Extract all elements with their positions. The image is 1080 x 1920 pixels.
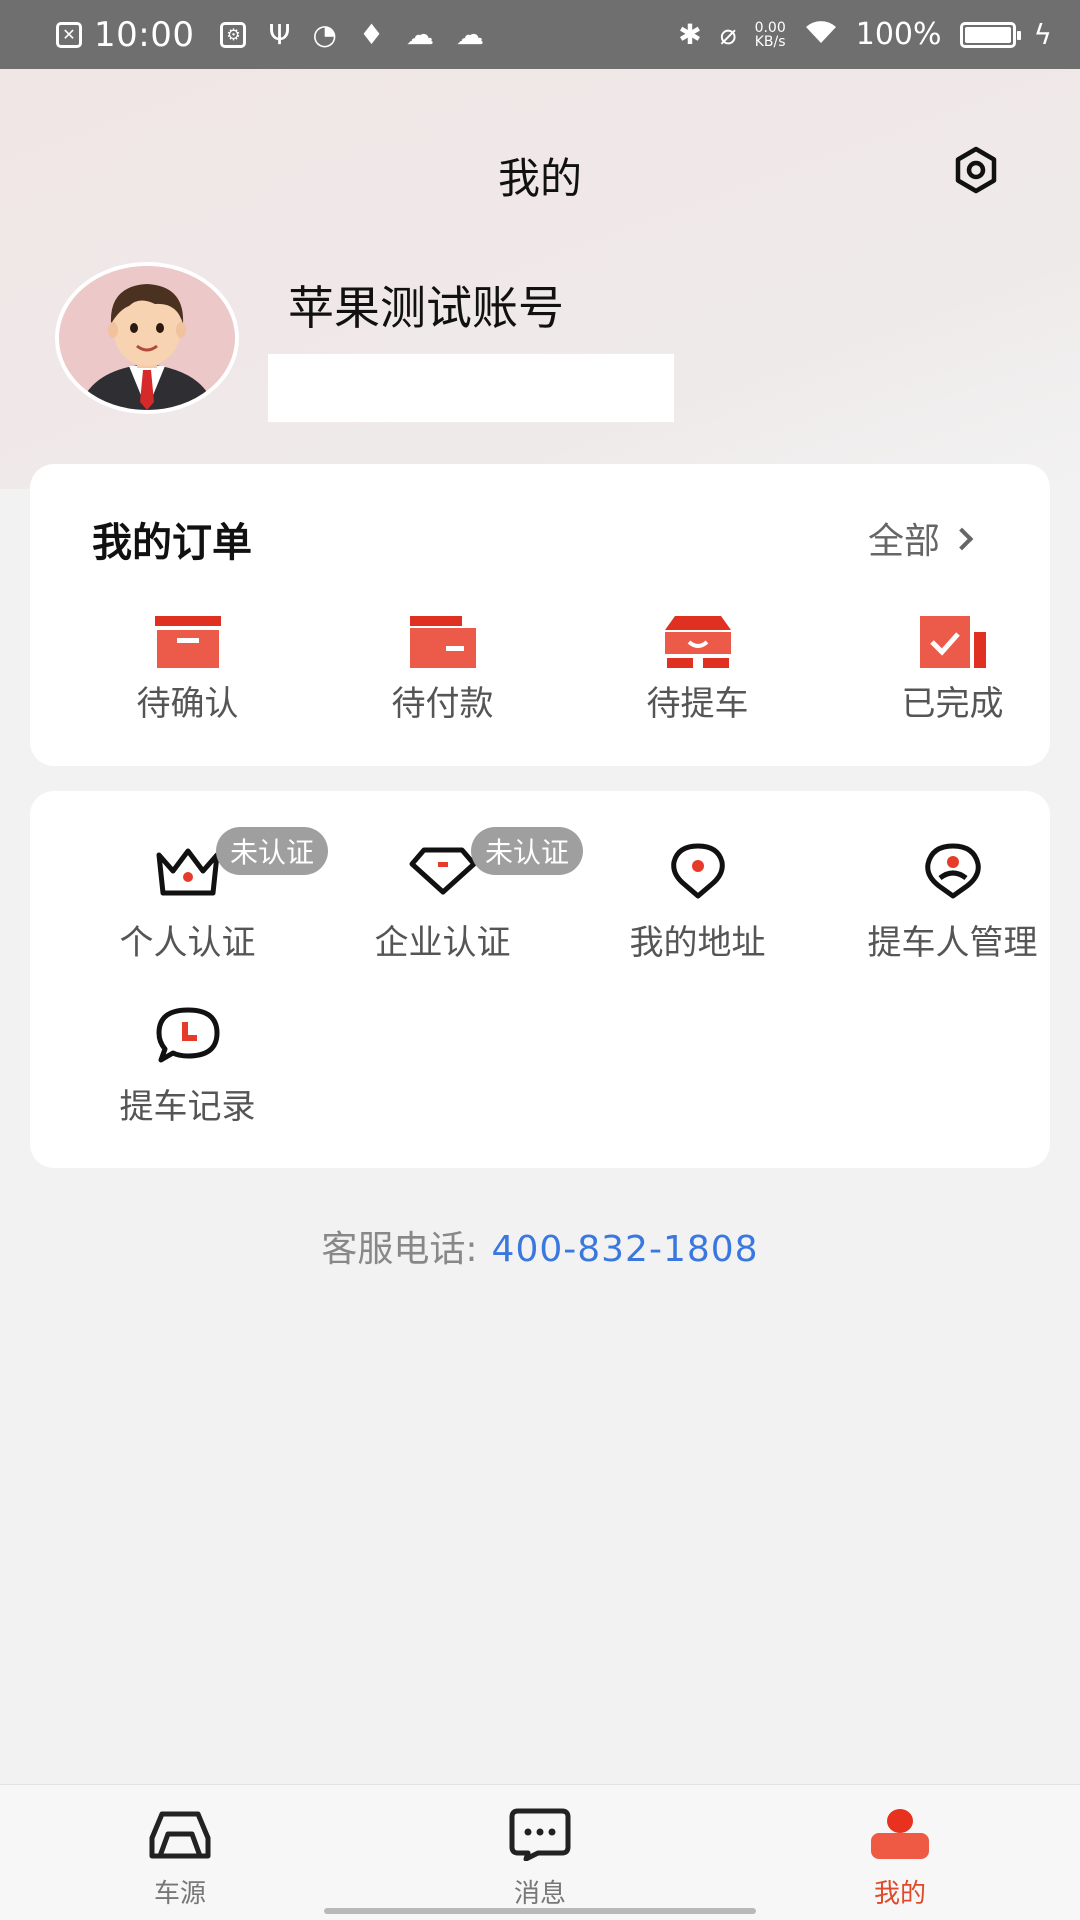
usb-icon: Ψ [268,17,291,51]
orders-title: 我的订单 [92,520,252,566]
net-speed-unit: KB/s [754,33,786,50]
order-label: 待确认 [136,684,239,724]
settings-button[interactable] [950,144,1002,196]
inbox-icon [154,616,221,668]
services-card: 未认证 个人认证 未认证 企业认证 我的地址 提车人管理 提车记录 [30,791,1050,1168]
wifi-icon [804,19,838,50]
status-bar: ✕ 10:00 ⚙ Ψ ◔ ♦ ☁ ☁ ✱ ⌀ 0.00 KB/s 100% ϟ [0,0,1080,69]
sim-error-icon: ✕ [56,21,82,48]
chevron-right-icon [950,527,974,551]
bluetooth-icon: ✱ [678,17,702,51]
cloud-icon: ☁ [456,17,485,51]
order-label: 已完成 [901,684,1004,724]
order-label: 待付款 [391,684,494,724]
customer-service-hotline: 客服电话: 400-832-1808 [0,1220,1080,1272]
tab-label: 消息 [513,1879,566,1909]
tab-mine[interactable]: 我的 [720,1785,1080,1920]
tab-label: 我的 [873,1879,926,1909]
service-label: 提车记录 [119,1087,256,1127]
order-pending-pickup[interactable]: 待提车 [570,610,825,725]
car-icon [149,1811,211,1859]
hotline-number-link[interactable]: 400-832-1808 [492,1229,759,1270]
speedometer-icon: ◔ [312,17,337,51]
bottom-tab-bar: 车源 消息 我的 [0,1784,1080,1920]
message-icon [509,1808,571,1861]
person-manage-icon [924,843,981,899]
app-notification-icon: ♦ [358,17,385,51]
wallet-icon [409,616,476,668]
masked-info-box [268,354,674,422]
view-all-label: 全部 [867,521,940,562]
battery-percent: 100% [855,17,942,52]
avatar[interactable] [55,262,239,414]
profile-icon [871,1809,929,1859]
service-label: 企业认证 [374,923,511,963]
tab-messages[interactable]: 消息 [360,1785,720,1920]
personal-verification[interactable]: 未认证 个人认证 [60,827,329,964]
pickup-person-management[interactable]: 提车人管理 [825,839,1080,964]
order-pending-confirm[interactable]: 待确认 [60,610,315,725]
pickup-records[interactable]: 提车记录 [60,1003,315,1128]
page-title: 我的 [497,154,582,203]
crown-icon [156,848,219,896]
notification-icons: ⚙ Ψ ◔ ♦ ☁ ☁ [220,17,485,51]
username: 苹果测试账号 [288,281,564,335]
unverified-badge: 未认证 [216,827,329,875]
service-label: 个人认证 [119,923,256,963]
charging-icon: ϟ [1033,17,1052,51]
car-pickup-icon [664,616,731,668]
enterprise-verification[interactable]: 未认证 企业认证 [315,827,584,964]
order-label: 待提车 [646,684,749,724]
unverified-badge: 未认证 [471,827,584,875]
battery-icon [959,21,1021,48]
wechat-icon: ☁ [406,17,435,51]
tab-label: 车源 [153,1879,206,1909]
net-speed: 0.00 KB/s [755,21,786,49]
check-done-icon [919,616,986,668]
orders-card: 我的订单 全部 待确认 待付款 待提车 已完成 [30,464,1050,766]
service-label: 提车人管理 [867,923,1038,963]
order-completed[interactable]: 已完成 [825,610,1080,725]
status-time: 10:00 [94,14,195,55]
settings-icon [955,146,997,194]
my-address[interactable]: 我的地址 [570,839,825,964]
order-pending-payment[interactable]: 待付款 [315,610,570,725]
diamond-icon [409,847,476,895]
hotline-label: 客服电话: [321,1229,478,1270]
chat-clock-icon [156,1007,219,1063]
service-label: 我的地址 [629,923,766,963]
usb-debug-icon: ⚙ [220,21,247,48]
view-all-orders-link[interactable]: 全部 [867,512,974,564]
location-icon [670,843,725,899]
home-indicator[interactable] [324,1908,756,1914]
alarm-off-icon: ⌀ [719,17,737,51]
tab-car-source[interactable]: 车源 [0,1785,360,1920]
system-icons: ✱ ⌀ 0.00 KB/s 100% ϟ [678,17,1052,52]
